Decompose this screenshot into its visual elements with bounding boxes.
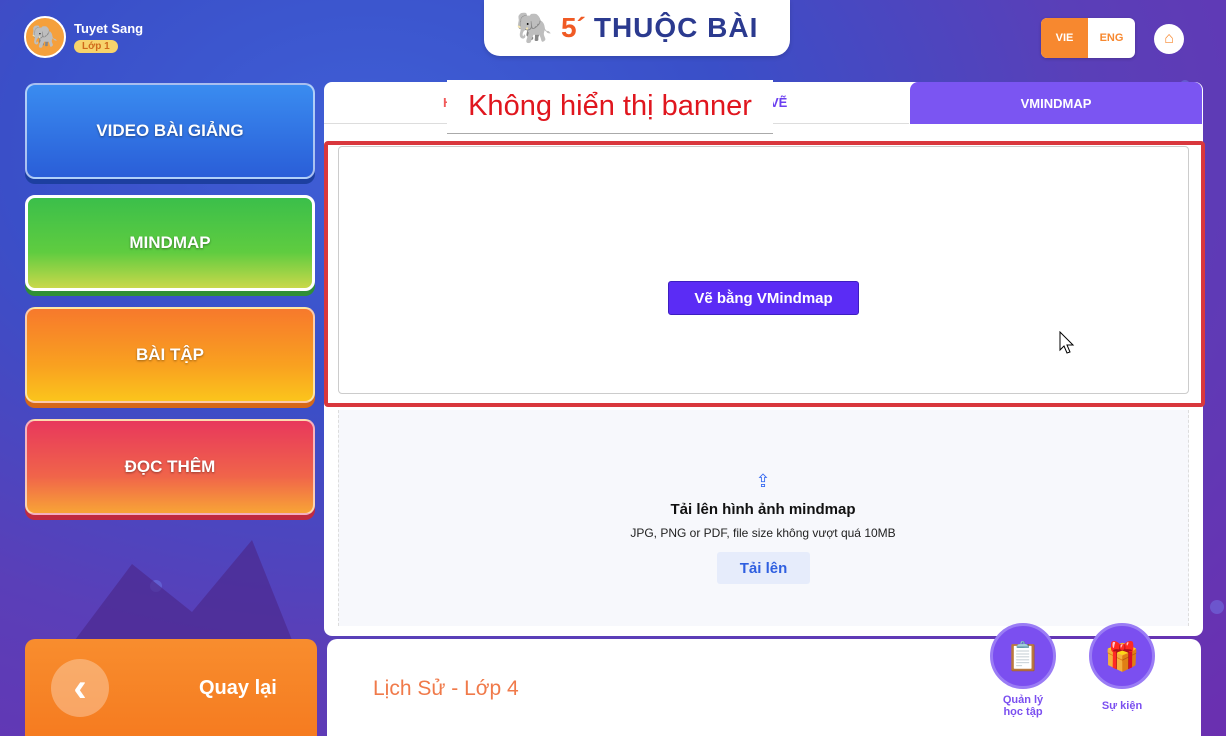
logo-number: 5´ (560, 12, 586, 43)
subject-bar: Lịch Sử - Lớp 4 (327, 639, 1201, 736)
upload-area[interactable] (338, 410, 1189, 626)
gift-icon: 🎁 (1104, 640, 1140, 672)
upload-title: Tải lên hình ảnh mindmap (670, 501, 856, 518)
back-button[interactable]: ‹ Quay lại (25, 639, 317, 736)
user-profile[interactable]: 🐘 Tuyet Sang Lớp 1 (24, 16, 143, 58)
sidebar-item-exercises[interactable]: BÀI TẬP (25, 307, 315, 403)
upload-cloud-icon: ⇪ (755, 471, 771, 491)
learning-management-label: Quản lý học tập (985, 694, 1061, 718)
class-badge: Lớp 1 (74, 39, 118, 53)
events-label: Sự kiện (1101, 700, 1143, 712)
sidebar-item-label: BÀI TẬP (136, 345, 204, 364)
sidebar-item-reading[interactable]: ĐỌC THÊM (25, 419, 315, 515)
home-icon: ⌂ (1164, 30, 1174, 47)
upload-button[interactable]: Tải lên (717, 552, 810, 584)
bg-dot (1210, 600, 1224, 614)
elephant-avatar-icon: 🐘 (24, 16, 66, 58)
sidebar-item-mindmap[interactable]: MINDMAP (25, 195, 315, 291)
sidebar-item-label: VIDEO BÀI GIẢNG (96, 121, 244, 140)
sidebar-item-video[interactable]: VIDEO BÀI GIẢNG (25, 83, 315, 179)
clipboard-icon: 📋 (1005, 640, 1041, 672)
manage-label-line2: học tập (1003, 706, 1043, 718)
app-logo: 🐘 5´ THUỘC BÀI (484, 0, 790, 56)
lang-eng-button[interactable]: ENG (1088, 18, 1135, 58)
back-label: Quay lại (199, 677, 277, 699)
banner-annotation: Không hiển thị banner (447, 80, 773, 134)
draw-area (338, 146, 1189, 394)
learning-management-button[interactable]: 📋 (990, 623, 1056, 689)
upload-hint: JPG, PNG or PDF, file size không vượt qu… (630, 526, 896, 540)
events-button[interactable]: 🎁 (1089, 623, 1155, 689)
manage-label-line1: Quản lý (1002, 694, 1044, 706)
language-switch: VIE ENG (1041, 18, 1135, 58)
sidebar-item-label: ĐỌC THÊM (124, 457, 216, 476)
tab-vmindmap[interactable]: VMINDMAP (910, 82, 1202, 124)
subject-title: Lịch Sử - Lớp 4 (373, 677, 519, 700)
elephant-logo-icon: 🐘 (515, 11, 553, 45)
user-name: Tuyet Sang (74, 20, 144, 36)
sidebar-item-label: MINDMAP (129, 233, 211, 252)
lang-vie-button[interactable]: VIE (1041, 18, 1088, 58)
home-button[interactable]: ⌂ (1154, 24, 1184, 54)
draw-vmindmap-button[interactable]: Vẽ bằng VMindmap (668, 281, 859, 315)
chevron-left-icon: ‹ (51, 659, 109, 717)
logo-text: THUỘC BÀI (593, 12, 759, 43)
mouse-cursor-icon (1059, 331, 1075, 354)
